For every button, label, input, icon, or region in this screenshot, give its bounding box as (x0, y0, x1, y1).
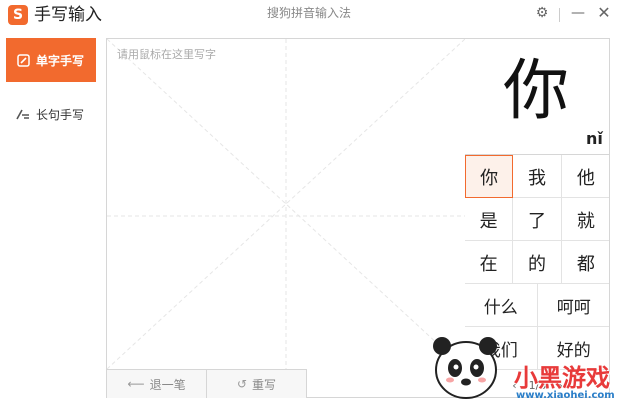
candidate-cell[interactable]: 你 (465, 155, 514, 198)
candidate-phrase-cell[interactable]: 呵呵 (538, 284, 610, 327)
sidebar: 单字手写 长句手写 (0, 30, 106, 404)
sidebar-item-label: 单字手写 (36, 53, 85, 68)
candidate-cell[interactable]: 了 (513, 198, 562, 241)
candidate-phrase-cell[interactable]: 什么 (465, 284, 538, 327)
watermark-url: www.xiaohei.com (516, 390, 615, 401)
canvas-hint: 请用鼠标在这里写字 (117, 48, 216, 61)
candidate-row: 是 了 就 (465, 198, 609, 241)
panda-mascot-icon (433, 337, 497, 399)
undo-arrow-icon: ⟵ (127, 377, 145, 391)
gear-icon[interactable]: ⚙ (532, 3, 552, 23)
candidate-cell[interactable]: 是 (465, 198, 514, 241)
sidebar-item-label: 长句手写 (36, 107, 85, 122)
title-bar: S 手写输入 搜狗拼音输入法 ⚙ — ✕ (0, 0, 618, 30)
undo-stroke-label: 退一笔 (149, 377, 186, 392)
window-title: 搜狗拼音输入法 (266, 6, 351, 20)
handwriting-canvas[interactable]: 请用鼠标在这里写字 ⟵ 退一笔 ↺ 重写 (106, 38, 466, 398)
candidate-cell[interactable]: 就 (562, 198, 609, 241)
canvas-toolbar: ⟵ 退一笔 ↺ 重写 (107, 369, 307, 398)
candidate-row: 你 我 他 (465, 155, 609, 198)
minimize-icon[interactable]: — (568, 3, 588, 23)
preview-character: 你 (503, 52, 569, 129)
candidate-cell[interactable]: 在 (465, 241, 514, 284)
candidate-preview: 你 nǐ (465, 39, 609, 155)
candidate-cell[interactable]: 的 (513, 241, 562, 284)
candidate-cell[interactable]: 都 (562, 241, 609, 284)
rewrite-label: 重写 (252, 377, 277, 392)
sidebar-item-sentence[interactable]: 长句手写 (6, 92, 96, 136)
pen-lines-icon (16, 107, 30, 121)
pen-square-icon (16, 53, 30, 67)
candidate-row: 在 的 都 (465, 241, 609, 284)
rewrite-button[interactable]: ↺ 重写 (207, 370, 307, 398)
close-icon[interactable]: ✕ (594, 3, 614, 23)
preview-pinyin: nǐ (586, 129, 603, 148)
candidate-cell[interactable]: 他 (562, 155, 609, 198)
undo-stroke-button[interactable]: ⟵ 退一笔 (107, 370, 207, 398)
watermark-logo: 小黑游戏 www.xiaohei.com (428, 330, 618, 404)
canvas-guide-lines (107, 39, 465, 369)
candidate-phrase-row: 什么 呵呵 (465, 284, 610, 327)
candidate-cell[interactable]: 我 (513, 155, 562, 198)
titlebar-divider (559, 8, 560, 22)
sidebar-item-single-char[interactable]: 单字手写 (6, 38, 96, 82)
watermark-text: 小黑游戏 (514, 364, 610, 392)
refresh-icon: ↺ (236, 377, 248, 391)
